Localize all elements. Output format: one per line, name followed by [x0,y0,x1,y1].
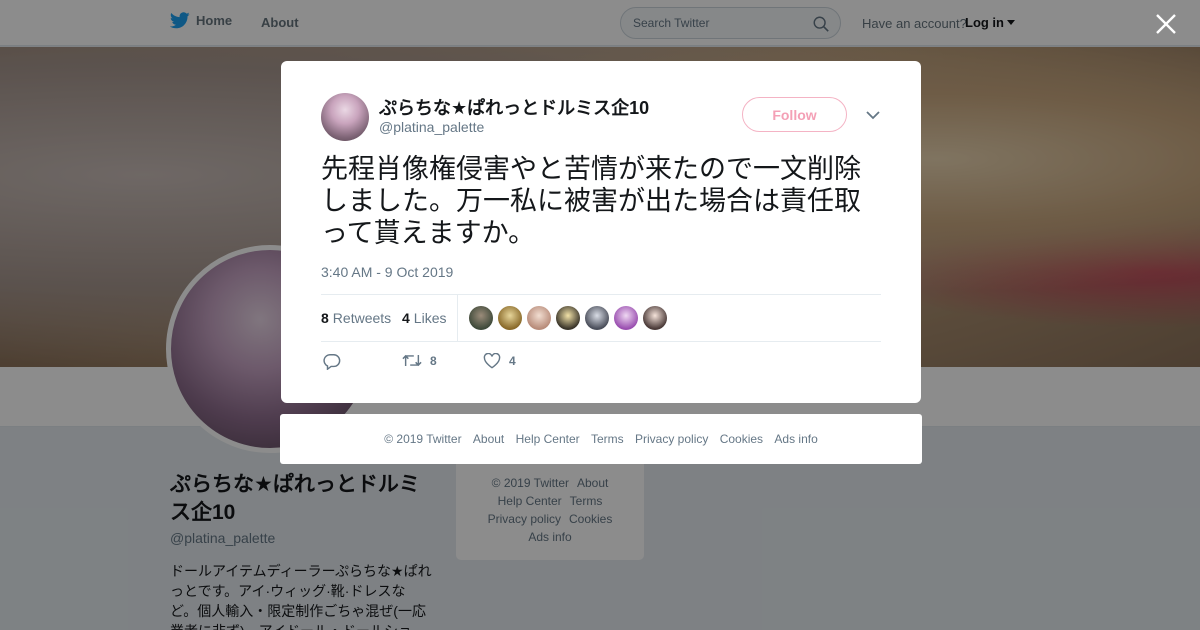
close-icon[interactable] [1154,12,1178,36]
tweet-modal: ぷらちな★ぱれっとドルミス企10 @platina_palette Follow… [281,61,921,403]
liker-avatar[interactable] [643,306,667,330]
like-button[interactable]: 4 [483,353,516,369]
footer-about-link[interactable]: About [473,432,504,446]
reply-button[interactable] [323,353,341,370]
retweet-icon [402,354,422,367]
tweet-timestamp[interactable]: 3:40 AM - 9 Oct 2019 [321,264,453,280]
tweet-actions: 8 4 [321,351,881,375]
tweet-stats: 8 Retweets 4 Likes [321,294,881,342]
footer-help-link[interactable]: Help Center [516,432,580,446]
retweet-count: 8 [430,353,437,368]
follow-button[interactable]: Follow [742,97,847,132]
likes-stat[interactable]: 4 Likes [402,310,446,326]
liker-avatar[interactable] [469,306,493,330]
likes-label: Likes [413,310,447,326]
tweet-author-name[interactable]: ぷらちな★ぱれっとドルミス企10 [379,94,649,120]
like-count: 4 [509,354,516,368]
heart-icon [483,353,501,369]
liker-avatar[interactable] [614,306,638,330]
stats-divider [457,295,458,341]
footer-ads-link[interactable]: Ads info [774,432,817,446]
modal-footer: © 2019 Twitter About Help Center Terms P… [280,414,922,464]
tweet-author-avatar[interactable] [321,93,369,141]
reply-icon [323,354,341,370]
tweet-author-handle[interactable]: @platina_palette [379,119,484,135]
retweet-button[interactable]: 8 [402,353,437,368]
retweets-label: Retweets [332,310,392,326]
footer-cookies-link[interactable]: Cookies [720,432,763,446]
liker-avatar[interactable] [527,306,551,330]
liker-avatars [469,306,667,330]
liker-avatar[interactable] [498,306,522,330]
tweet-text: 先程肖像権侵害やと苦情が来たので一文削除しました。万一私に被害が出た場合は責任取… [321,154,861,248]
liker-avatar[interactable] [585,306,609,330]
retweets-count: 8 [321,310,329,326]
footer-privacy-link[interactable]: Privacy policy [635,432,708,446]
liker-avatar[interactable] [556,306,580,330]
footer-terms-link[interactable]: Terms [591,432,624,446]
footer-copyright: © 2019 Twitter [384,432,462,446]
chevron-down-icon[interactable] [865,109,881,121]
retweets-stat[interactable]: 8 Retweets [321,310,391,326]
likes-count: 4 [402,310,410,326]
